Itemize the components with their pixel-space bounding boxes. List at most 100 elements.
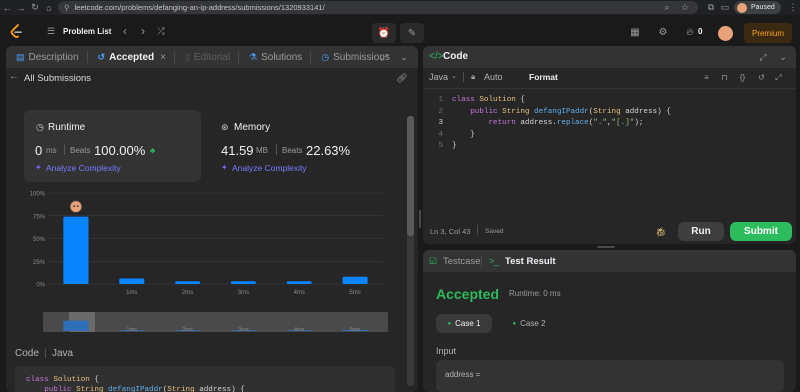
home-icon[interactable]: ⌂ [42, 0, 56, 15]
chart-bar[interactable] [342, 276, 368, 284]
chart-bar[interactable] [119, 278, 145, 284]
all-submissions-link[interactable]: All Submissions [24, 73, 91, 84]
premium-button[interactable]: Premium [744, 23, 792, 43]
pass-dot-icon: ● [512, 320, 517, 327]
saved-status: Saved [485, 228, 504, 235]
overview-tick-label: 4ms [294, 327, 305, 332]
code-line-2: public String defangIPaddr(String addres… [44, 386, 245, 392]
language-select[interactable]: Java [429, 72, 448, 82]
profile-button[interactable]: Paused [734, 1, 781, 14]
bottom-tab-bar: ☑ Testcase >_ Test Result [423, 250, 796, 272]
chevron-down-icon[interactable]: ⌄ [451, 72, 457, 80]
case-2-tab[interactable]: ● Case 2 [501, 314, 557, 333]
tab-solutions[interactable]: ⚗ Solutions [249, 52, 302, 63]
memory-unit: MB [256, 146, 268, 155]
timer-icon[interactable]: ⏰ [372, 23, 396, 43]
user-avatar[interactable] [718, 26, 733, 41]
chart-bar[interactable] [230, 281, 256, 284]
forward-icon[interactable]: → [14, 0, 28, 15]
code-brackets-icon: </> [429, 51, 444, 62]
chart-bar[interactable] [286, 281, 312, 284]
editor-title: Code [443, 51, 468, 62]
chart-bar[interactable] [175, 281, 201, 284]
browser-menu-icon[interactable]: ⋮ [786, 0, 800, 15]
debugger-icon[interactable]: 🐞︎ [655, 226, 667, 238]
site-info-icon[interactable]: ⚲ [64, 3, 70, 12]
back-icon[interactable]: ← [0, 0, 14, 15]
horizontal-resize-handle[interactable] [597, 246, 615, 248]
code-language-label: Java [52, 348, 74, 359]
list-icon[interactable]: ☰ [45, 25, 57, 37]
analyze-complexity-runtime[interactable]: Analyze Complexity [46, 163, 121, 173]
maximize-icon[interactable]: ⤢ [757, 51, 769, 63]
reset-icon[interactable]: ↺ [756, 72, 767, 83]
editor-line[interactable]: 4 } [423, 131, 796, 142]
close-tab-icon[interactable]: × [160, 52, 166, 63]
runtime-card[interactable]: ◷ Runtime 0 ms Beats 100.00% ♣ ✦ Analyze… [24, 110, 201, 182]
back-arrow-icon[interactable]: ← [9, 71, 19, 82]
bookmark-star-icon[interactable]: ☆ [678, 0, 692, 15]
runtime-unit: ms [46, 146, 57, 155]
prev-problem-icon[interactable]: ‹ [118, 24, 132, 38]
editor-line[interactable]: 1 class Solution { [423, 96, 796, 107]
avatar-eye [76, 205, 79, 208]
vertical-resize-handle[interactable] [419, 210, 421, 228]
collapse-icon[interactable]: ⌄ [398, 51, 410, 63]
leetcode-logo-icon[interactable] [9, 24, 23, 39]
extensions-icon[interactable]: ⧉ [704, 0, 718, 15]
overview-bar[interactable] [63, 320, 89, 331]
shuffle-icon[interactable]: ⤮ [154, 24, 168, 38]
history-icon: ↺ [97, 51, 106, 62]
maximize-icon[interactable]: ⤢ [378, 51, 390, 63]
format-button[interactable]: Format [529, 72, 558, 82]
memory-label: Memory [234, 122, 271, 133]
result-runtime: Runtime: 0 ms [509, 289, 561, 298]
streak-fire-icon[interactable]: 🔥︎ [684, 26, 696, 38]
code-text: public String defangIPaddr(String addres… [470, 107, 671, 116]
code-section-label: Code [15, 348, 39, 359]
layout-icon[interactable]: ▦ [629, 26, 641, 38]
submit-button[interactable]: Submit [730, 222, 792, 241]
bookmark-icon[interactable]: ⊓ [719, 72, 730, 83]
code-editor-panel: </> Code ⤢ ⌄ Java ⌄ 🔒︎ Auto Format ≡ ⊓ {… [423, 46, 796, 244]
tab-description[interactable]: ▤ Description [16, 52, 79, 63]
zoom-icon[interactable]: ⌕ [660, 0, 674, 15]
auto-mode-label[interactable]: Auto [484, 72, 503, 82]
run-button[interactable]: Run [678, 222, 724, 241]
line-number: 5 [438, 142, 443, 150]
settings-gear-icon[interactable]: ⚙ [657, 26, 669, 38]
runtime-clock-icon: ◷ [36, 122, 44, 132]
submitted-code-block[interactable]: class Solution { public String defangIPa… [15, 366, 395, 392]
input-box[interactable]: address = [436, 360, 784, 392]
runtime-beats-label: Beats [70, 146, 91, 155]
scrollbar-thumb[interactable] [407, 116, 414, 236]
tab-testcase[interactable]: Testcase [443, 256, 481, 267]
reload-icon[interactable]: ↻ [28, 0, 42, 15]
editor-line[interactable]: 2 public String defangIPaddr(String addr… [423, 108, 796, 119]
editor-line[interactable]: 3 return address.replace(".","[.]"); [423, 119, 796, 130]
case-1-tab[interactable]: ● Case 1 [436, 314, 492, 333]
memory-chip-icon: ⊛ [221, 122, 229, 132]
x-tick-label: 5ms [349, 290, 360, 296]
next-problem-icon[interactable]: › [136, 24, 150, 38]
braces-icon[interactable]: {} [737, 72, 748, 83]
tab-accepted[interactable]: ↺ Accepted × [98, 52, 166, 63]
notes-icon[interactable]: ✎ [400, 23, 424, 43]
runtime-distribution-chart[interactable]: 100% 75% 50% 25% 0% 1ms 2ms 3ms 4ms 5ms 1ms 2ms 3ms 4… [18, 184, 398, 332]
list-icon[interactable]: ≡ [701, 72, 712, 83]
editor-line[interactable]: 5} [423, 142, 796, 153]
tab-editorial[interactable]: ▯ Editorial [185, 52, 230, 63]
problem-list-link[interactable]: Problem List [63, 27, 111, 36]
address-bar[interactable]: ⚲ leetcode.com/problems/defanging-an-ip-… [58, 1, 698, 14]
scrollbar-track[interactable] [407, 116, 414, 386]
memory-card[interactable]: ⊛ Memory 41.59 MB Beats 22.63% ✦ Analyze… [210, 110, 400, 182]
result-status: Accepted [436, 286, 500, 302]
analyze-complexity-memory[interactable]: Analyze Complexity [232, 163, 307, 173]
tab-test-result[interactable]: Test Result [505, 256, 556, 267]
fullscreen-icon[interactable]: ⤢ [773, 72, 784, 83]
chart-bar[interactable] [63, 216, 89, 284]
sidebar-icon[interactable]: ▭ [718, 0, 732, 15]
collapse-icon[interactable]: ⌄ [777, 51, 789, 63]
code-text: } [452, 142, 457, 150]
share-link-icon[interactable]: 🔗︎ [396, 72, 408, 84]
